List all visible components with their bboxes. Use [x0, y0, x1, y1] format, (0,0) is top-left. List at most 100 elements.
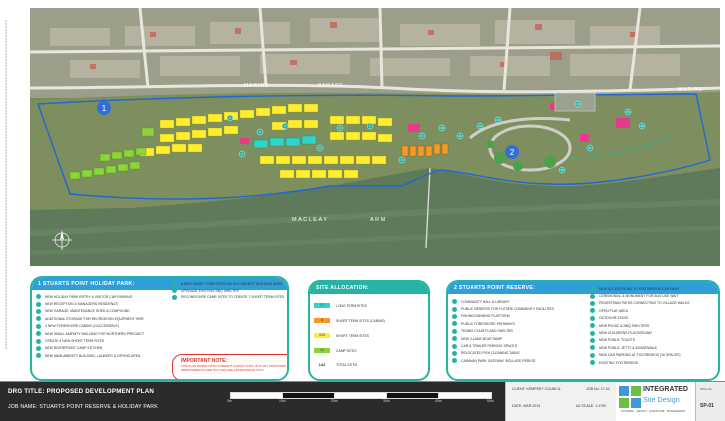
water-label: MACLEAY [292, 217, 328, 223]
reserve-panel: 2 STUARTS POINT RESERVE: COMMUNITY HALL … [446, 280, 720, 381]
legend-item-text: 8 NEW SHORT TERM SITES ON OLD AMENITY BU… [181, 282, 283, 287]
site-allocation-list: 17 LONG TERM SITES 8 SHORT TERM SITES (CABI… [314, 298, 426, 358]
legend-item: NEW 2-LANE BOAT RAMP [448, 335, 583, 342]
legend-item: NEW CAR PARKING AT FOOTBRIDGE (16 SPACES… [586, 352, 716, 359]
a3-scale: A3 SCALE: 1:1700 [576, 404, 607, 408]
number-badge-icon [36, 316, 41, 322]
legend-item-text: NEW GARAGE, MAINTENANCE SHED & COMPOUND [45, 309, 130, 314]
number-badge-icon [590, 360, 595, 366]
scale-label: 0m [227, 399, 232, 403]
scale-segment [386, 392, 440, 399]
scale-segment [334, 392, 388, 399]
legend-item-text: CREATE 4 NEW SHORT TERM SITES [45, 339, 105, 344]
total-count: 142 [318, 362, 326, 367]
client: CLIENT: KEMPSEY COUNCIL [512, 387, 561, 391]
title-block-main: DRG TITLE: PROPOSED DEVELOPMENT PLAN JOB… [0, 382, 505, 421]
legend-item: RECONFIGURE CAMP SITES TO CREATE 7 SHORT… [168, 294, 286, 301]
road-label: MARINE [678, 87, 703, 93]
title-block-details: CLIENT: KEMPSEY COUNCIL JOB No: 17-02 DA… [505, 382, 616, 421]
number-badge-icon [36, 308, 41, 314]
legend-item: NEW ACCESS ROAD TO FOOTBRIDGE CAR PARK [586, 285, 716, 292]
map-canvas: 1 2 MARINE PARADE MARINE MACLEAY ARM 123… [30, 8, 720, 266]
drawing-number-box: DWG No: SP-01 [695, 382, 725, 421]
allocation-swatch: 14 [314, 348, 330, 353]
scale-label: 20m [331, 399, 338, 403]
logo-tagline: PLANNING · DESIGN · LANDSCAPE · MANAGEME… [621, 410, 686, 413]
company-logo: INTEGRATED Site Design PLANNING · DESIGN… [615, 382, 695, 421]
legend-item: NEW SMALL AMENITY BUILDING FOR NORTHERN … [32, 330, 166, 337]
number-badge-icon [590, 293, 595, 299]
number-badge-icon [452, 343, 457, 349]
reserve-extra-list: NEW ACCESS ROAD TO FOOTBRIDGE CAR PARK CE… [586, 285, 716, 366]
callout-number: 16 [640, 124, 644, 128]
number-badge-icon [36, 338, 41, 344]
site-allocation-title: SITE ALLOCATION: [310, 282, 428, 294]
legend-item: 8 NEW SHORT TERM SITES ON OLD AMENITY BU… [168, 281, 286, 288]
scale-segment [282, 392, 336, 399]
legend-item: NEW GARAGE, MAINTENANCE SHED & COMPOUND [32, 308, 166, 315]
legend-item-text: NEW PUBLIC TOILETS [599, 338, 636, 343]
number-badge-icon [452, 350, 457, 356]
legend-item: NEW CHILDRENS PLAYGROUND [586, 329, 716, 336]
callout-number: 12 [478, 124, 482, 128]
drawing-number-label: DWG No: [700, 387, 713, 391]
number-badge-icon [36, 301, 41, 307]
legend-item: CEREMONIAL & MONUMENT FOR BUS USE WAIT [586, 292, 716, 299]
allocation-label: LONG TERM SITES [336, 303, 367, 308]
road-label: MARINE [244, 83, 269, 89]
callout-number: 13 [496, 118, 500, 122]
allocation-row: 8 SHORT TERM SITES (CABINS) [314, 313, 426, 328]
margin-disclaimer-text [5, 20, 7, 350]
legend-item-text: ADDITIONAL STORAGE FOR RECREATION EQUIPM… [45, 316, 144, 321]
site-allocation-panel: SITE ALLOCATION: 17 LONG TERM SITES 8 SHORT… [308, 280, 430, 381]
legend-item-text: NEW MAIN AMENITY BUILDING, LAUNDRY & DRY… [45, 353, 141, 358]
zone-marker-1-label: 1 [102, 104, 107, 113]
logo-name: INTEGRATED [643, 386, 688, 393]
number-badge-icon [590, 337, 595, 343]
aerial-site-plan: 1 2 MARINE PARADE MARINE MACLEAY ARM 123… [30, 8, 720, 266]
important-note-text: SITE PLAN BASED UPON CURRENT SURVEY DATA… [181, 364, 286, 372]
legend-item-text: CEREMONIAL & MONUMENT FOR BUS USE WAIT [599, 294, 679, 299]
legend-item-text: CAR & TRAILER PARKING SPACES [461, 344, 517, 349]
legend-item-text: NEW RECEPTION & MANAGERS RESIDENCE [45, 302, 118, 307]
allocation-label: SHORT TERM SITES [336, 333, 369, 338]
scale-label: 30m [383, 399, 390, 403]
number-badge-icon [172, 288, 177, 294]
legend-item-text: OUTDOOR STAGE [599, 316, 629, 321]
callout-number: 14 [576, 102, 580, 106]
logo-mark-icon [619, 386, 641, 408]
legend-item-text: UPGRADE EXISTING BBQ SHELTER [181, 288, 239, 293]
number-badge-icon [172, 294, 177, 300]
holiday-park-extra-list: 8 NEW SHORT TERM SITES ON OLD AMENITY BU… [168, 281, 286, 301]
title-block: DRG TITLE: PROPOSED DEVELOPMENT PLAN JOB… [0, 381, 725, 421]
legend-item-text: EXISTING FOOTBRIDGE [599, 360, 639, 365]
road-label: PARADE [318, 83, 344, 89]
legend-item: NEW PICNIC & BBQ SHELTERS [586, 322, 716, 329]
legend-item: PUBLIC RESERVE FOR FUTURE COMMUNITY FACI… [448, 305, 583, 312]
legend-item-text: NEW PICNIC & BBQ SHELTERS [599, 323, 650, 328]
number-badge-icon [36, 331, 41, 337]
number-badge-icon [452, 299, 457, 305]
date: DATE: MAR 2019 [512, 404, 541, 408]
legend-item-text: FISHING/VIEWING PLATFORM [461, 314, 510, 319]
scale-segment [230, 392, 284, 399]
legend-item: PUBLIC FORESHORE PATHWAYS [448, 320, 583, 327]
scale-bar: 0m 10m 20m 30m 40m 50m [227, 392, 494, 408]
legend-item-text: NEW CAR PARKING AT FOOTBRIDGE (16 SPACES… [599, 353, 681, 358]
legend-item: NEW MAIN AMENITY BUILDING, LAUNDRY & DRY… [32, 352, 166, 359]
legend-item: PEDESTRIAN PATHS CONNECTING TO VILLAGE W… [586, 300, 716, 307]
number-badge-icon [590, 345, 595, 351]
number-badge-icon [590, 300, 595, 306]
number-badge-icon [452, 313, 457, 319]
logo-subtitle: Site Design [643, 395, 680, 404]
plan-sheet: 1 2 MARINE PARADE MARINE MACLEAY ARM 12 3… [0, 0, 725, 421]
number-badge-icon [590, 330, 595, 336]
callout-number: 18 [560, 168, 564, 172]
legend-item-text: NEW ACCESS ROAD TO FOOTBRIDGE CAR PARK [599, 286, 680, 291]
legend-item: TENNIS COURTS AND SHELTER [448, 328, 583, 335]
number-badge-icon [36, 323, 41, 329]
legend-item: CARAVAN PARK GATEWAY 'BOLLARD PERIOD' [448, 357, 583, 364]
legend-item: NEW HOLIDAY PARK ENTRY & VISITOR CAR PAR… [32, 293, 166, 300]
legend-item-text: CARAVAN PARK GATEWAY 'BOLLARD PERIOD' [461, 358, 537, 363]
allocation-row: 103 SHORT TERM SITES [314, 328, 426, 343]
